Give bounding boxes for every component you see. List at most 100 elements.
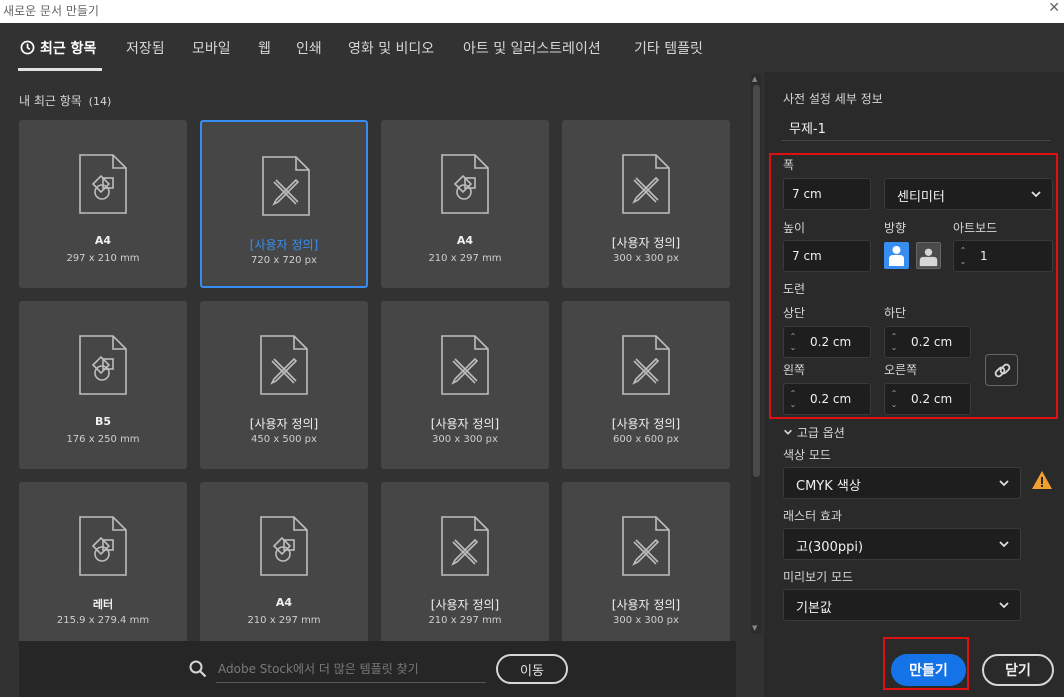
bleed-top-field[interactable]: ⌃ ⌄ [783, 326, 871, 358]
bleed-right-stepper[interactable]: ⌃ ⌄ [887, 388, 901, 410]
preset-name: 레터 [92, 598, 114, 611]
preset-size: 300 x 300 px [432, 434, 498, 445]
preset-name: [사용자 정의] [611, 417, 681, 431]
color-mode-dropdown[interactable]: CMYK 색상 [783, 467, 1021, 499]
landscape-orientation-button[interactable] [916, 242, 941, 269]
window-title: 새로운 문서 만들기 [3, 4, 99, 18]
preset-card[interactable]: 레터 215.9 x 279.4 mm [19, 482, 187, 650]
preset-size: 176 x 250 mm [66, 434, 140, 445]
preset-size: 210 x 297 mm [428, 253, 502, 264]
bleed-top-label: 상단 [783, 306, 806, 320]
document-name-input[interactable] [781, 115, 1051, 141]
preset-card[interactable]: [사용자 정의] 300 x 300 px [562, 120, 730, 288]
orientation-label: 방향 [884, 221, 907, 235]
preset-size: 300 x 300 px [613, 615, 679, 626]
height-field[interactable] [783, 240, 871, 272]
preset-name: [사용자 정의] [611, 236, 681, 250]
print-document-icon [79, 335, 127, 395]
preset-name: [사용자 정의] [611, 598, 681, 612]
preset-card[interactable]: [사용자 정의] 720 x 720 px [200, 120, 368, 288]
advanced-options-toggle[interactable]: 고급 옵션 [783, 424, 845, 441]
stock-go-button[interactable]: 이동 [496, 654, 568, 684]
tab-web[interactable]: 웹 [258, 38, 271, 58]
chevron-down-icon [999, 480, 1009, 487]
preset-name: [사용자 정의] [249, 417, 319, 431]
preset-size: 210 x 297 mm [428, 615, 502, 626]
stock-search-input[interactable] [216, 655, 486, 683]
warning-icon[interactable] [1031, 470, 1053, 490]
preset-card[interactable]: [사용자 정의] 210 x 297 mm [381, 482, 549, 650]
bleed-left-stepper[interactable]: ⌃ ⌄ [786, 388, 800, 410]
unit-dropdown[interactable]: 센티미터 [884, 178, 1053, 210]
chevron-down-icon [1031, 191, 1041, 198]
art-document-icon [260, 335, 308, 395]
tab-recent[interactable]: 최근 항목 [20, 38, 96, 58]
raster-effects-label: 래스터 효과 [783, 509, 843, 523]
create-button[interactable]: 만들기 [891, 654, 966, 686]
artboards-stepper[interactable]: ⌃ ⌄ [956, 245, 970, 267]
preset-card[interactable]: [사용자 정의] 600 x 600 px [562, 301, 730, 469]
tab-mobile[interactable]: 모바일 [192, 38, 231, 58]
tab-saved[interactable]: 저장됨 [126, 38, 165, 58]
bleed-bottom-field[interactable]: ⌃ ⌄ [884, 326, 971, 358]
width-field[interactable] [783, 178, 871, 210]
category-tabs: 최근 항목 저장됨 모바일 웹 인쇄 영화 및 비디오 아트 및 일러스트레이션… [0, 23, 1064, 72]
preset-name: A4 [456, 234, 474, 247]
details-heading: 사전 설정 세부 정보 [783, 92, 883, 106]
tab-art-illustration[interactable]: 아트 및 일러스트레이션 [463, 38, 601, 58]
tab-label: 최근 항목 [40, 41, 97, 57]
landscape-icon [919, 248, 938, 267]
art-document-icon [622, 516, 670, 576]
bleed-right-field[interactable]: ⌃ ⌄ [884, 383, 971, 415]
scrollbar-thumb[interactable] [753, 85, 760, 477]
preset-card[interactable]: A4 297 x 210 mm [19, 120, 187, 288]
active-tab-indicator [18, 68, 102, 71]
preset-size: 450 x 500 px [251, 434, 317, 445]
preview-mode-label: 미리보기 모드 [783, 570, 854, 584]
tab-film-video[interactable]: 영화 및 비디오 [348, 38, 434, 58]
tab-print[interactable]: 인쇄 [296, 38, 322, 58]
art-document-icon [622, 335, 670, 395]
chevron-down-icon [999, 541, 1009, 548]
tab-other-templates[interactable]: 기타 템플릿 [634, 38, 703, 58]
art-document-icon [622, 154, 670, 214]
recent-items-panel: 내 최근 항목 (14) A4 297 x 210 mm [사용자 정의] 720 x… [0, 72, 764, 697]
preset-card[interactable]: A4 210 x 297 mm [200, 482, 368, 650]
preset-size: 210 x 297 mm [247, 615, 321, 626]
unit-value: 센티미터 [897, 190, 945, 205]
art-document-icon [262, 156, 310, 216]
close-button[interactable]: 닫기 [982, 654, 1054, 686]
bleed-left-label: 왼쪽 [783, 363, 806, 377]
preset-card[interactable]: [사용자 정의] 300 x 300 px [562, 482, 730, 650]
preset-card[interactable]: [사용자 정의] 450 x 500 px [200, 301, 368, 469]
raster-effects-dropdown[interactable]: 고(300ppi) [783, 528, 1021, 560]
clock-icon [20, 40, 35, 55]
preset-name: [사용자 정의] [249, 238, 319, 252]
preset-card[interactable]: [사용자 정의] 300 x 300 px [381, 301, 549, 469]
preset-name: A4 [94, 234, 112, 247]
scroll-down-arrow[interactable]: ▼ [752, 624, 757, 632]
portrait-orientation-button[interactable] [884, 242, 909, 269]
artboards-field[interactable]: ⌃ ⌄ [953, 240, 1053, 272]
height-input[interactable] [784, 241, 870, 271]
portrait-icon [889, 246, 904, 266]
bleed-left-field[interactable]: ⌃ ⌄ [783, 383, 871, 415]
width-input[interactable] [784, 179, 870, 209]
scroll-up-arrow[interactable]: ▲ [752, 75, 757, 83]
link-bleed-button[interactable] [985, 354, 1018, 386]
artboards-label: 아트보드 [953, 221, 998, 235]
stock-search-bar: 이동 [19, 641, 736, 697]
width-label: 폭 [783, 158, 795, 172]
search-icon [189, 660, 207, 678]
preset-card[interactable]: A4 210 x 297 mm [381, 120, 549, 288]
close-window-icon[interactable]: ✕ [1048, 0, 1060, 16]
preset-size: 297 x 210 mm [66, 253, 140, 264]
preset-card[interactable]: B5 176 x 250 mm [19, 301, 187, 469]
bleed-bottom-label: 하단 [884, 306, 907, 320]
preview-mode-value: 기본값 [796, 601, 832, 616]
bleed-bottom-stepper[interactable]: ⌃ ⌄ [887, 331, 901, 353]
chevron-down-icon [784, 429, 792, 435]
art-document-icon [441, 516, 489, 576]
bleed-top-stepper[interactable]: ⌃ ⌄ [786, 331, 800, 353]
preview-mode-dropdown[interactable]: 기본값 [783, 589, 1021, 621]
